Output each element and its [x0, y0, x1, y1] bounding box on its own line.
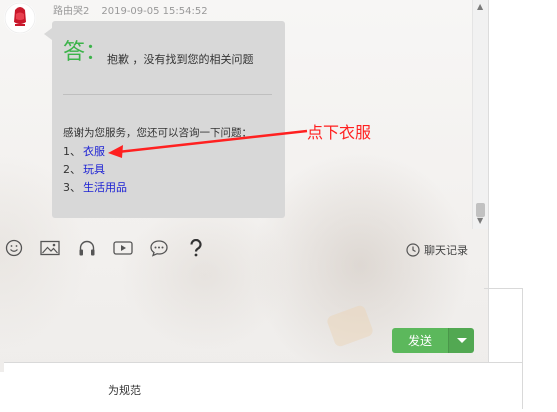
chat-window: ▲ ▼ 路由哭2 2019-09-05 15:54:52 答： 抱歉 ，没有找到您…: [0, 0, 557, 412]
send-button[interactable]: 发送: [392, 328, 448, 353]
question-icon[interactable]: [186, 238, 206, 258]
send-options-dropdown[interactable]: [448, 328, 474, 353]
image-icon[interactable]: [40, 238, 60, 258]
video-icon[interactable]: [113, 238, 133, 258]
chat-bubble-icon[interactable]: [149, 238, 169, 258]
clock-icon: [406, 243, 420, 257]
emoji-icon[interactable]: [4, 238, 24, 258]
annotation-label: 点下衣服: [307, 123, 372, 142]
chat-history-label: 聊天记录: [424, 244, 468, 257]
chevron-down-icon: [456, 338, 467, 343]
bottom-panel: [4, 288, 523, 409]
footer-text: 为规范: [108, 384, 141, 397]
chat-history-button[interactable]: 聊天记录: [406, 242, 468, 258]
headphones-icon[interactable]: [77, 238, 97, 258]
